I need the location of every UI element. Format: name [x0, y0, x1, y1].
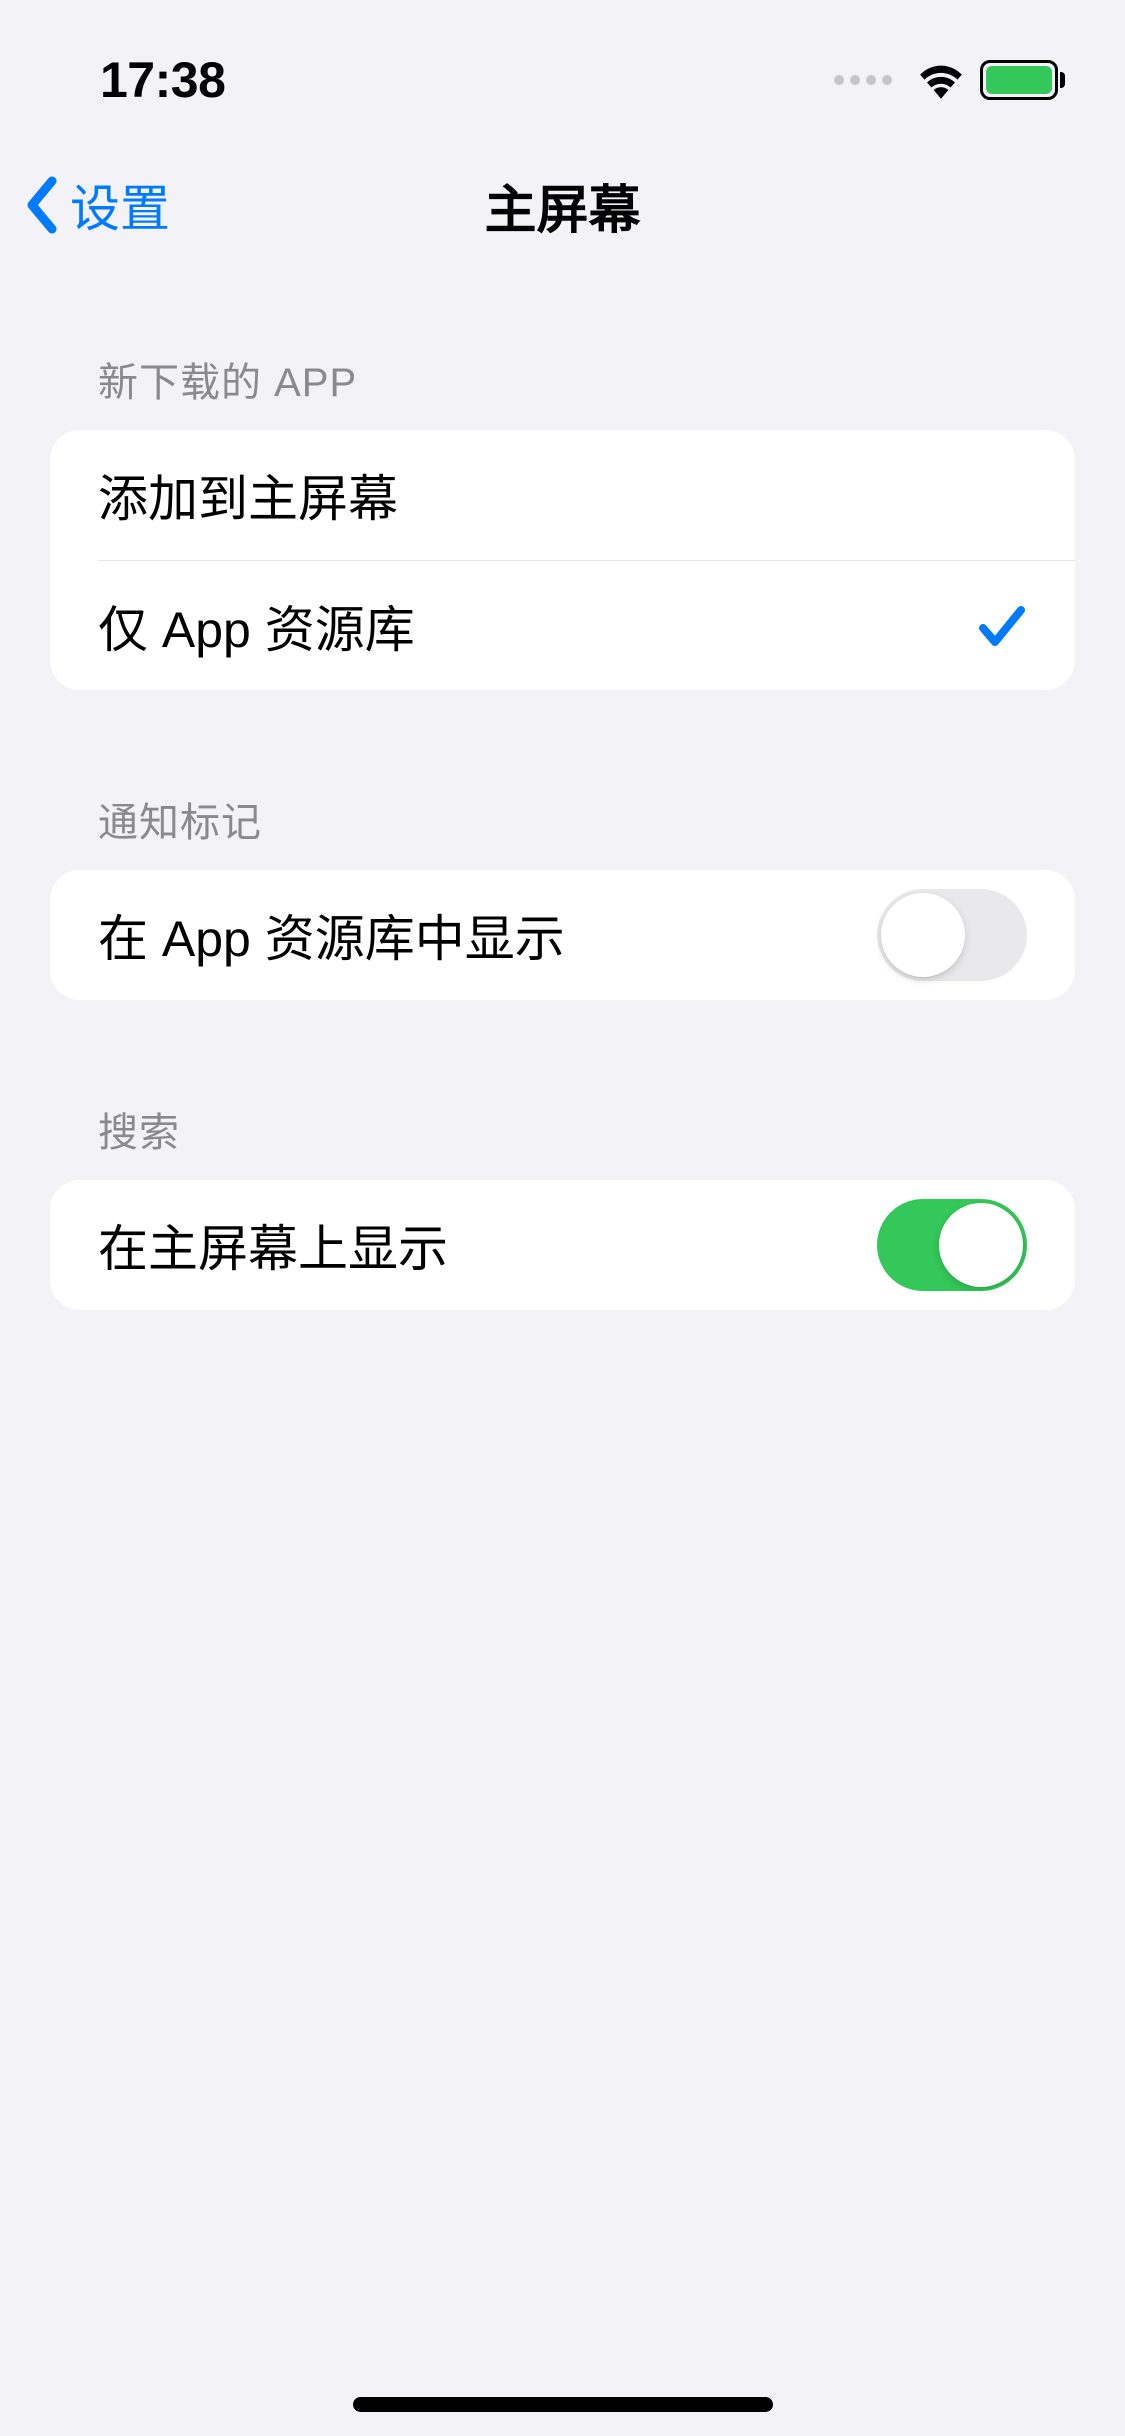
section-search: 搜索 在主屏幕上显示 [50, 1100, 1075, 1310]
section-badges: 通知标记 在 App 资源库中显示 [50, 790, 1075, 1000]
toggle-show-in-library[interactable] [877, 889, 1027, 981]
back-button[interactable]: 设置 [24, 169, 170, 241]
group-badges: 在 App 资源库中显示 [50, 870, 1075, 1000]
checkmark-icon [977, 602, 1027, 650]
status-bar: 17:38 [0, 0, 1125, 140]
home-indicator[interactable] [353, 2397, 773, 2412]
row-label: 在主屏幕上显示 [98, 1209, 448, 1281]
row-label: 在 App 资源库中显示 [98, 899, 565, 971]
page-title: 主屏幕 [484, 168, 640, 243]
status-time: 17:38 [100, 51, 225, 109]
group-search: 在主屏幕上显示 [50, 1180, 1075, 1310]
row-show-on-home: 在主屏幕上显示 [50, 1180, 1075, 1310]
option-label: 添加到主屏幕 [98, 459, 398, 531]
cellular-dots-icon [834, 75, 892, 85]
option-label: 仅 App 资源库 [98, 590, 415, 662]
section-new-apps: 新下载的 APP 添加到主屏幕 仅 App 资源库 [50, 350, 1075, 690]
chevron-left-icon [24, 175, 60, 235]
option-add-to-home[interactable]: 添加到主屏幕 [50, 430, 1075, 560]
option-app-library-only[interactable]: 仅 App 资源库 [98, 560, 1075, 690]
toggle-show-on-home[interactable] [877, 1199, 1027, 1291]
group-new-apps: 添加到主屏幕 仅 App 资源库 [50, 430, 1075, 690]
content-area: 新下载的 APP 添加到主屏幕 仅 App 资源库 通知标记 在 App 资源库… [0, 350, 1125, 1310]
back-label: 设置 [70, 169, 170, 241]
wifi-icon [916, 61, 966, 99]
section-header-search: 搜索 [50, 1100, 1075, 1158]
status-indicators [834, 60, 1065, 100]
section-header-new-apps: 新下载的 APP [50, 350, 1075, 408]
battery-icon [980, 60, 1065, 100]
navigation-bar: 设置 主屏幕 [0, 140, 1125, 270]
row-show-in-library: 在 App 资源库中显示 [50, 870, 1075, 1000]
section-header-badges: 通知标记 [50, 790, 1075, 848]
